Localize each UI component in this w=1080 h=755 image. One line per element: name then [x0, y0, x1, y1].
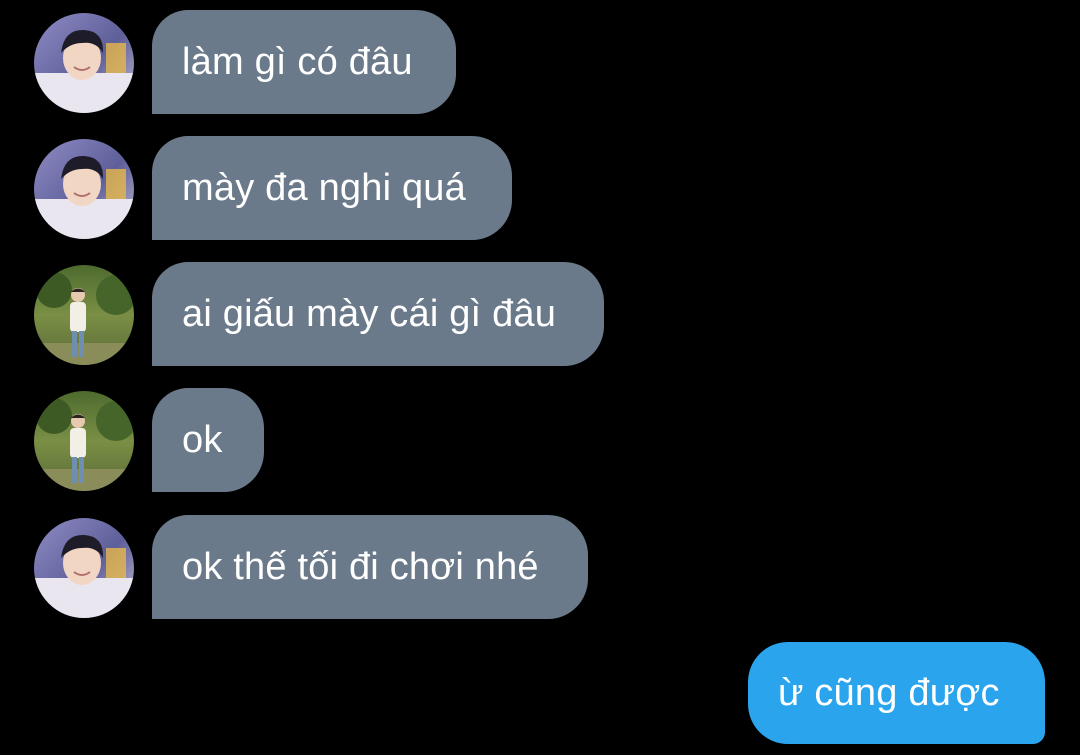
portrait-indoor-avatar-image — [34, 518, 134, 618]
contact-avatar[interactable] — [34, 13, 134, 113]
chat-thread: làm gì có đâu mày đa nghi quá ai giấu mà… — [0, 0, 1080, 755]
message-text: ừ cũng được — [778, 672, 1000, 714]
message-row: làm gì có đâu — [0, 10, 1080, 114]
portrait-outdoor-avatar-image — [34, 265, 134, 365]
portrait-indoor-avatar-image — [34, 139, 134, 239]
portrait-outdoor-avatar-image — [34, 391, 134, 491]
contact-avatar[interactable] — [34, 391, 134, 491]
contact-avatar[interactable] — [34, 518, 134, 618]
message-text: ai giấu mày cái gì đâu — [182, 293, 557, 335]
incoming-message-bubble[interactable]: làm gì có đâu — [152, 10, 456, 114]
message-text: ok thế tối đi chơi nhé — [182, 546, 539, 588]
message-row: ai giấu mày cái gì đâu — [0, 262, 1080, 366]
contact-avatar[interactable] — [34, 265, 134, 365]
message-row: ừ cũng được — [0, 642, 1080, 746]
message-row: mày đa nghi quá — [0, 136, 1080, 240]
contact-avatar[interactable] — [34, 139, 134, 239]
message-row: ok — [0, 388, 1080, 492]
message-text: ok — [182, 419, 223, 461]
portrait-indoor-avatar-image — [34, 13, 134, 113]
outgoing-message-bubble[interactable]: ừ cũng được — [748, 642, 1045, 744]
incoming-message-bubble[interactable]: ok thế tối đi chơi nhé — [152, 515, 588, 619]
message-text: mày đa nghi quá — [182, 167, 466, 209]
incoming-message-bubble[interactable]: ok — [152, 388, 264, 492]
message-text: làm gì có đâu — [182, 41, 413, 83]
incoming-message-bubble[interactable]: ai giấu mày cái gì đâu — [152, 262, 604, 366]
message-row: ok thế tối đi chơi nhé — [0, 515, 1080, 619]
incoming-message-bubble[interactable]: mày đa nghi quá — [152, 136, 512, 240]
